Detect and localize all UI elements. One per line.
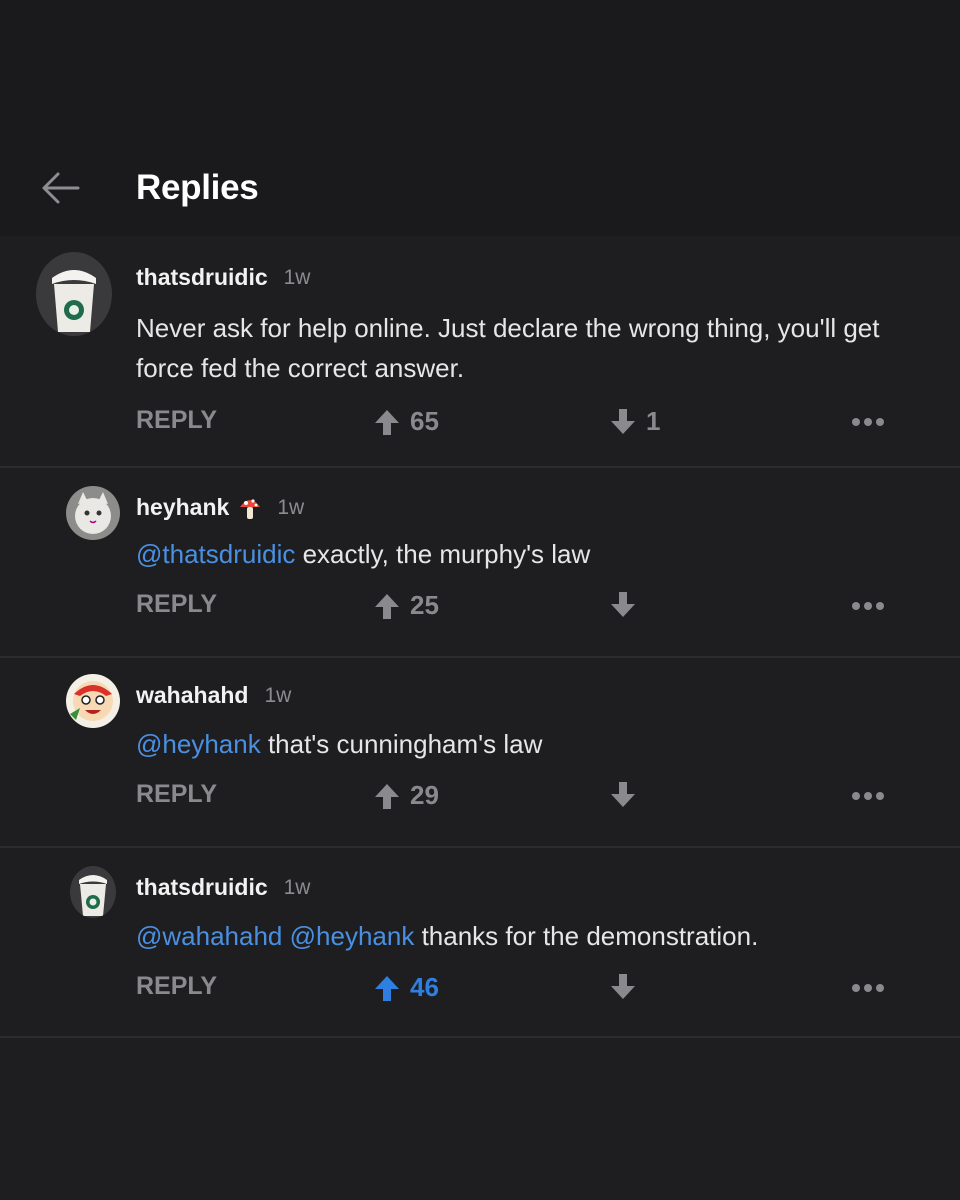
comment-text: @thatsdruidic exactly, the murphy's law [136,534,936,574]
ellipsis-icon [852,984,884,992]
comment-actions: REPLY 25 [0,586,960,626]
timestamp: 1w [277,495,305,519]
comment: wahahahd 1w @heyhank that's cunningham's… [0,658,960,848]
cat-avatar-icon[interactable] [66,486,120,540]
username[interactable]: thatsdruidic [136,874,268,901]
comment-actions: REPLY 65 1 [0,402,960,442]
comment: thatsdruidic 1w @wahahahd @heyhank thank… [0,848,960,1038]
comment-actions: REPLY 29 [0,776,960,816]
downvote-count: 1 [646,406,661,436]
page-title: Replies [136,168,259,207]
downvote-button[interactable] [608,590,638,620]
comment-body: that's cunningham's law [267,729,543,759]
replies-list: thatsdruidic 1w Never ask for help onlin… [0,236,960,1038]
timestamp: 1w [264,683,292,707]
upvote-count: 25 [410,590,439,620]
comment-text: @heyhank that's cunningham's law [136,724,936,764]
user-mention[interactable]: @thatsdruidic [136,539,295,569]
arrow-down-icon [611,782,635,807]
username[interactable]: thatsdruidic [136,264,268,291]
arrow-down-icon [611,592,635,617]
more-options-button[interactable] [848,976,888,1000]
comment-body: thanks for the demonstration. [421,921,759,951]
downvote-button[interactable] [608,972,638,1002]
arrow-up-icon [375,409,399,435]
comment-text: Never ask for help online. Just declare … [136,308,936,388]
upvote-count: 65 [410,406,439,436]
arrow-down-icon [611,974,635,999]
coffee-cup-avatar-icon[interactable] [70,866,116,918]
comment: thatsdruidic 1w Never ask for help onlin… [0,236,960,468]
more-options-button[interactable] [848,784,888,808]
timestamp: 1w [283,265,311,289]
comment: heyhank 1w @thatsdruidic exactly, the mu… [0,468,960,658]
ellipsis-icon [852,418,884,426]
comment-body: exactly, the murphy's law [302,539,591,569]
downvote-button[interactable]: 1 [608,406,660,437]
arrow-up-icon [375,593,399,619]
downvote-button[interactable] [608,780,638,810]
user-mention[interactable]: @wahahahd [136,921,282,951]
upvote-count: 46 [410,972,439,1002]
upvote-button[interactable]: 25 [372,590,439,621]
arrow-down-icon [611,408,635,434]
upvote-button[interactable]: 65 [372,406,439,437]
reply-button[interactable]: REPLY [136,406,217,435]
upvote-button[interactable]: 29 [372,780,439,811]
arrow-up-icon [375,975,399,1001]
more-options-button[interactable] [848,594,888,618]
comment-body: Never ask for help online. Just declare … [136,313,880,383]
reply-button[interactable]: REPLY [136,780,217,809]
arrow-left-icon [42,172,80,204]
ellipsis-icon [852,602,884,610]
header-bar: Replies [0,0,960,236]
user-mention[interactable]: @heyhank [136,729,261,759]
more-options-button[interactable] [848,410,888,434]
username[interactable]: heyhank [136,494,229,521]
mushroom-icon [239,495,261,521]
comment-text: @wahahahd @heyhank thanks for the demons… [136,916,936,956]
arrow-up-icon [375,783,399,809]
ellipsis-icon [852,792,884,800]
username[interactable]: wahahahd [136,682,248,709]
coffee-cup-avatar-icon[interactable] [36,252,112,336]
back-button[interactable] [38,170,82,206]
timestamp: 1w [283,875,311,899]
user-mention[interactable]: @heyhank [290,921,415,951]
upvote-count: 29 [410,780,439,810]
comment-actions: REPLY 46 [0,968,960,1008]
reply-button[interactable]: REPLY [136,972,217,1001]
reply-button[interactable]: REPLY [136,590,217,619]
upvote-button[interactable]: 46 [372,972,439,1003]
cartoon-character-avatar-icon[interactable] [66,674,120,728]
